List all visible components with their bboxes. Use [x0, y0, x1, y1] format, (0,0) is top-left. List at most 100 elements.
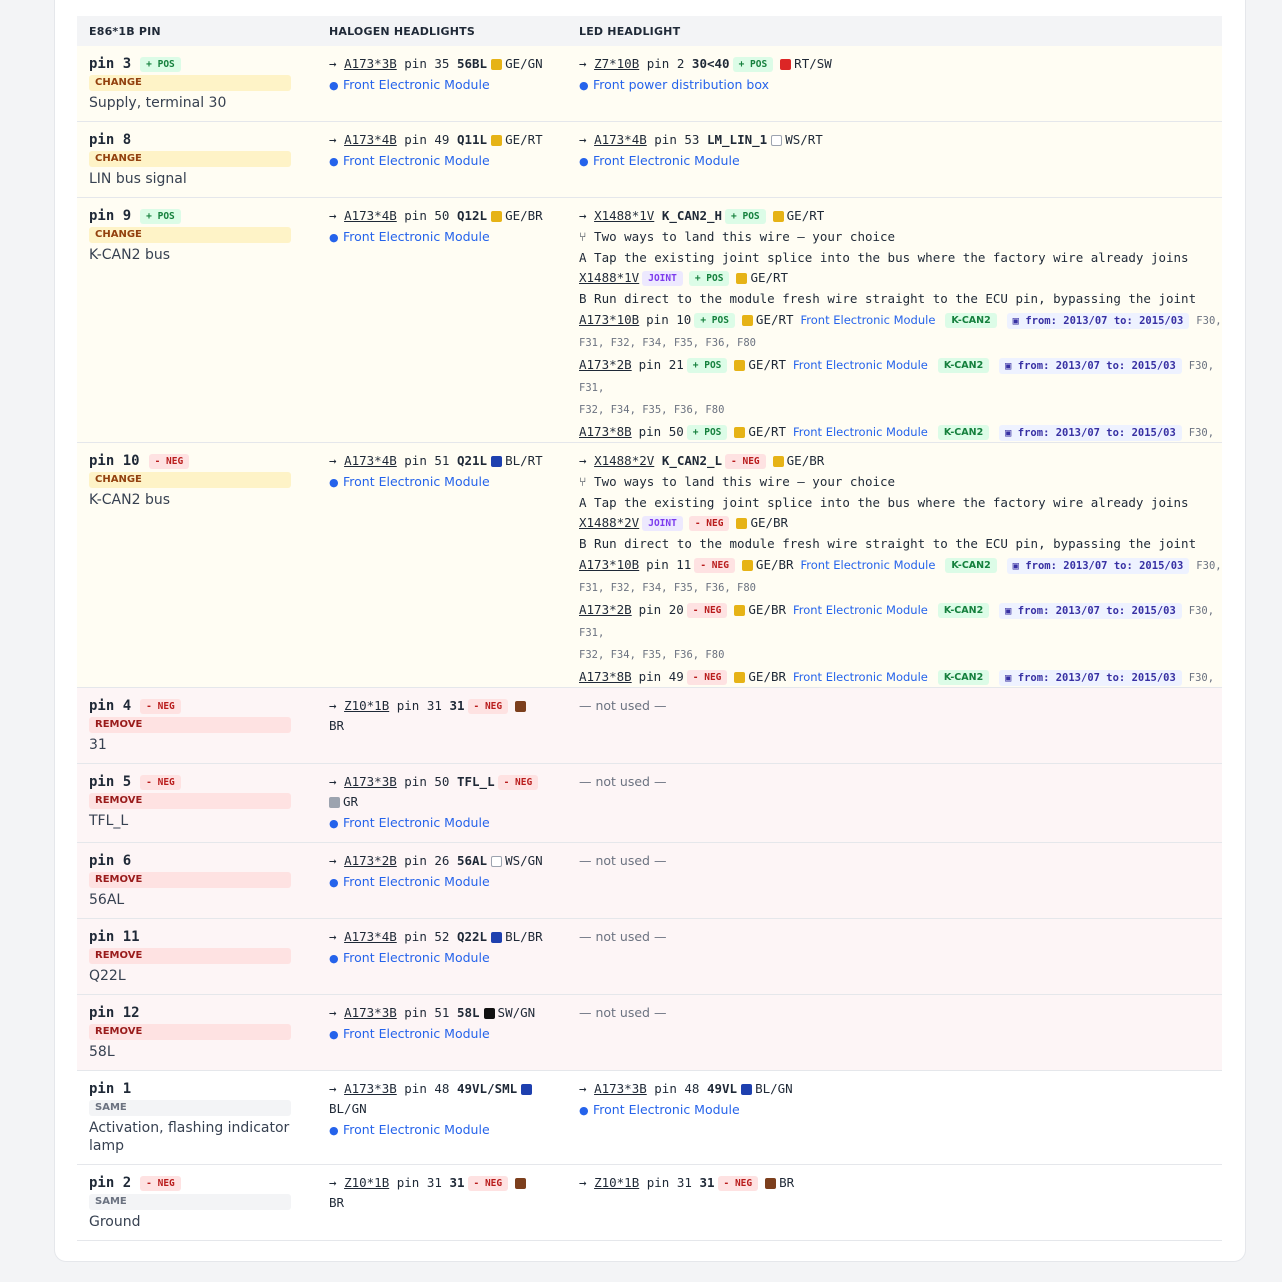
location-link[interactable]: ● Front Electronic Module: [329, 1119, 555, 1142]
pin-label: pin 8: [89, 132, 132, 148]
pin-description: K-CAN2 bus: [89, 247, 170, 263]
connector-link[interactable]: Z10*1B: [344, 1175, 389, 1190]
connector-link[interactable]: A173*4B: [344, 453, 397, 468]
connector-link[interactable]: A173*8B: [579, 424, 632, 439]
header-led: LED HEADLIGHT: [579, 24, 681, 38]
table-row: pin 3 + POS CHANGE Supply, terminal 30 → …: [77, 46, 1222, 122]
connector-link[interactable]: A173*2B: [579, 602, 632, 617]
table-row: pin 8 CHANGE LIN bus signal → A173*4B pi…: [77, 122, 1222, 198]
connector-link[interactable]: A173*3B: [344, 774, 397, 789]
wire-color-swatch: [765, 1178, 777, 1189]
location-link[interactable]: ● Front Electronic Module: [329, 226, 555, 249]
date-range-badge: ▣ from: 2013/07 to: 2015/03: [1006, 313, 1190, 329]
module-link[interactable]: Front Electronic Module: [793, 603, 928, 617]
location-link[interactable]: ● Front Electronic Module: [329, 150, 555, 173]
wire-color-swatch: [491, 456, 503, 467]
pos-badge: + POS: [140, 56, 181, 72]
calendar-icon: ▣: [1005, 672, 1012, 684]
connector-link[interactable]: A173*2B: [344, 853, 397, 868]
connector-link[interactable]: Z10*1B: [594, 1175, 639, 1190]
pin-label: pin 11: [89, 929, 140, 945]
wire-color-swatch: [491, 59, 503, 70]
status-badge: REMOVE: [89, 1024, 291, 1040]
module-link[interactable]: Front Electronic Module: [793, 425, 928, 439]
status-badge: CHANGE: [89, 227, 291, 243]
connector-link[interactable]: A173*2B: [579, 357, 632, 372]
location-link[interactable]: ● Front Electronic Module: [329, 812, 555, 835]
table-row: pin 11 REMOVE Q22L → A173*4B pin 52 Q22L…: [77, 919, 1222, 995]
calendar-icon: ▣: [1012, 315, 1019, 327]
wire-color-swatch: [491, 135, 503, 146]
bus-badge: K-CAN2: [937, 670, 990, 685]
wire-color-swatch: [491, 856, 503, 867]
connector-link[interactable]: A173*10B: [579, 312, 639, 327]
pos-badge: + POS: [694, 313, 735, 328]
location-link[interactable]: ● Front Electronic Module: [329, 1023, 555, 1046]
connector-link[interactable]: A173*8B: [579, 669, 632, 684]
location-link[interactable]: ● Front Electronic Module: [579, 1099, 1222, 1122]
location-pin-icon: ●: [329, 79, 339, 92]
location-link[interactable]: ● Front Electronic Module: [329, 74, 555, 97]
wire-color-swatch: [772, 211, 784, 222]
location-pin-icon: ●: [329, 231, 339, 244]
header-halogen: HALOGEN HEADLIGHTS: [329, 24, 475, 38]
calendar-icon: ▣: [1005, 605, 1012, 617]
connector-link[interactable]: A173*4B: [594, 132, 647, 147]
table-row: pin 9 + POS CHANGE K-CAN2 bus → A173*4B p…: [77, 198, 1222, 443]
connector-link[interactable]: Z10*1B: [344, 698, 389, 713]
location-link[interactable]: ● Front Electronic Module: [329, 871, 555, 894]
connector-link[interactable]: X1488*1V: [579, 270, 639, 285]
location-link[interactable]: ● Front Electronic Module: [329, 947, 555, 970]
pin-description: K-CAN2 bus: [89, 492, 170, 508]
connector-link[interactable]: A173*4B: [344, 208, 397, 223]
module-link[interactable]: Front Electronic Module: [801, 558, 936, 572]
status-badge: SAME: [89, 1194, 291, 1210]
status-badge: SAME: [89, 1100, 291, 1116]
pos-badge: + POS: [732, 57, 774, 72]
wire-color-swatch: [741, 1084, 753, 1095]
pos-badge: + POS: [688, 271, 730, 286]
connector-link[interactable]: X1488*2V: [594, 453, 654, 468]
location-link[interactable]: ● Front Electronic Module: [579, 150, 1222, 173]
date-range-badge: ▣ from: 2013/07 to: 2015/03: [999, 358, 1182, 374]
neg-badge: - NEG: [694, 558, 735, 573]
connector-link[interactable]: A173*4B: [344, 132, 397, 147]
pin-description: Q22L: [89, 968, 126, 984]
connector-link[interactable]: A173*3B: [344, 56, 397, 71]
connector-link[interactable]: X1488*2V: [579, 515, 639, 530]
connector-link[interactable]: X1488*1V: [594, 208, 654, 223]
connector-link[interactable]: A173*4B: [344, 929, 397, 944]
module-link[interactable]: Front Electronic Module: [793, 358, 928, 372]
location-pin-icon: ●: [329, 155, 339, 168]
pin-label: pin 5: [89, 774, 132, 790]
neg-badge: - NEG: [140, 698, 181, 714]
wire-color-swatch: [734, 360, 746, 371]
connector-link[interactable]: A173*3B: [344, 1081, 397, 1096]
connector-link[interactable]: A173*3B: [344, 1005, 397, 1020]
wire-color-swatch: [741, 315, 753, 326]
pos-badge: + POS: [686, 425, 728, 440]
pin-description: 58L: [89, 1044, 115, 1060]
wire-color-swatch: [734, 427, 746, 438]
branch-icon: ⑂: [579, 474, 587, 489]
module-link[interactable]: Front Electronic Module: [793, 670, 928, 684]
module-link[interactable]: Front Electronic Module: [801, 313, 936, 327]
location-pin-icon: ●: [329, 1028, 339, 1041]
pin-label: pin 2: [89, 1175, 132, 1191]
table-row: pin 5- NEG REMOVE TFL_L → A173*3B pin 50…: [77, 764, 1222, 843]
wire-color-swatch: [515, 1178, 527, 1189]
wire-color-swatch: [780, 59, 792, 70]
connector-link[interactable]: Z7*10B: [594, 56, 639, 71]
status-badge: REMOVE: [89, 793, 291, 809]
location-pin-icon: ●: [329, 952, 339, 965]
wire-color-swatch: [772, 456, 784, 467]
joint-badge: JOINT: [642, 271, 683, 286]
location-pin-icon: ●: [329, 476, 339, 489]
connector-link[interactable]: A173*10B: [579, 557, 639, 572]
location-link[interactable]: ● Front Electronic Module: [329, 471, 555, 494]
table-row: pin 4- NEG REMOVE 31 → Z10*1B pin 31 31-…: [77, 688, 1222, 764]
connector-link[interactable]: A173*3B: [594, 1081, 647, 1096]
pin-description: 56AL: [89, 892, 125, 908]
pin-mapping-table: E86*1B PIN HALOGEN HEADLIGHTS LED HEADLI…: [77, 16, 1222, 1241]
location-link[interactable]: ● Front power distribution box: [579, 74, 1222, 97]
